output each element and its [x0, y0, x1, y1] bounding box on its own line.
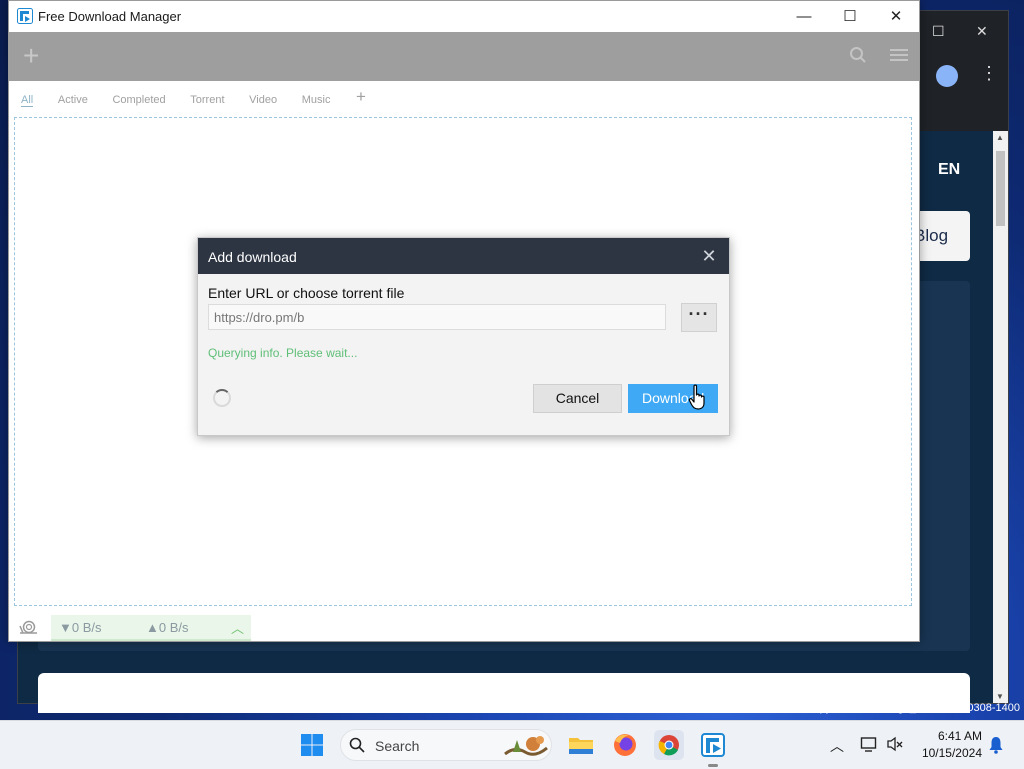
filter-tabs: All Active Completed Torrent Video Music…: [21, 87, 366, 109]
scrollbar-thumb[interactable]: [996, 151, 1005, 226]
taskbar: Search ︿ 6:41 AM 10/15/2024: [0, 720, 1024, 769]
fdm-toolbar: +: [9, 32, 919, 81]
tab-video[interactable]: Video: [249, 94, 277, 106]
show-hidden-icons-icon[interactable]: ︿: [830, 736, 844, 756]
hamburger-menu-icon[interactable]: [889, 46, 909, 64]
add-download-dialog: Add download ✕ Enter URL or choose torre…: [197, 237, 730, 436]
active-app-indicator: [708, 764, 718, 767]
query-status-text: Querying info. Please wait...: [208, 346, 358, 360]
add-filter-icon[interactable]: +: [356, 87, 366, 107]
firefox-icon[interactable]: [609, 729, 641, 761]
chrome-icon[interactable]: [653, 729, 685, 761]
network-icon[interactable]: [860, 735, 878, 753]
fdm-app-icon: [17, 8, 33, 24]
scroll-down-icon[interactable]: ▼: [996, 692, 1004, 701]
language-selector[interactable]: EN: [938, 161, 960, 179]
snail-mode-icon[interactable]: [17, 619, 39, 635]
scroll-up-icon[interactable]: ▲: [996, 133, 1004, 142]
download-speed: ▼0 B/s: [59, 620, 102, 635]
volume-muted-icon[interactable]: [886, 735, 904, 753]
loading-spinner-icon: [213, 389, 231, 407]
notification-bell-icon[interactable]: [988, 736, 1004, 754]
search-label: Search: [375, 738, 420, 754]
fdm-titlebar[interactable]: Free Download Manager — ☐ ✕: [9, 1, 919, 32]
search-icon: [349, 737, 365, 753]
fdm-window-title: Free Download Manager: [38, 9, 182, 24]
dialog-close-icon[interactable]: ✕: [697, 244, 721, 268]
browser-menu-icon[interactable]: ⋮: [980, 63, 998, 84]
url-input[interactable]: [208, 304, 666, 330]
status-bar: ▼0 B/s ▲0 B/s ︿: [9, 611, 919, 641]
tab-active[interactable]: Active: [58, 94, 88, 106]
cancel-button[interactable]: Cancel: [533, 384, 622, 413]
tab-music[interactable]: Music: [302, 94, 331, 106]
url-prompt-label: Enter URL or choose torrent file: [208, 285, 405, 301]
taskbar-search-box[interactable]: Search: [340, 729, 552, 761]
hand-pointer-cursor-icon: [688, 384, 705, 410]
search-highlight-art-icon: [504, 736, 548, 756]
dialog-header: Add download ✕: [198, 238, 729, 274]
fdm-taskbar-icon[interactable]: [697, 729, 729, 761]
browser-maximize-icon[interactable]: ☐: [932, 23, 945, 40]
minimize-button[interactable]: —: [781, 1, 827, 32]
browser-scrollbar[interactable]: ▲ ▼: [993, 131, 1008, 703]
profile-avatar-icon[interactable]: [936, 65, 958, 87]
speed-indicator[interactable]: ▼0 B/s ▲0 B/s ︿: [51, 615, 251, 641]
evaluation-watermark: Evaluation copy. Build 26080.ge_release.…: [753, 702, 1020, 714]
clock-time[interactable]: 6:41 AM: [936, 729, 982, 743]
browse-torrent-button[interactable]: ···: [681, 303, 717, 332]
dialog-title: Add download: [208, 249, 297, 265]
browser-close-icon[interactable]: ✕: [976, 23, 988, 40]
upload-speed: ▲0 B/s: [146, 620, 189, 635]
add-download-icon[interactable]: +: [23, 42, 39, 70]
file-explorer-icon[interactable]: [565, 729, 597, 761]
clock-date[interactable]: 10/15/2024: [918, 746, 982, 760]
tab-completed[interactable]: Completed: [112, 94, 165, 106]
maximize-button[interactable]: ☐: [827, 1, 873, 32]
tab-all[interactable]: All: [21, 94, 34, 107]
search-icon[interactable]: [849, 46, 867, 64]
chevron-up-icon[interactable]: ︿: [231, 618, 244, 637]
tab-torrent[interactable]: Torrent: [190, 94, 224, 106]
windows-start-icon[interactable]: [296, 729, 328, 761]
close-button[interactable]: ✕: [873, 1, 919, 32]
